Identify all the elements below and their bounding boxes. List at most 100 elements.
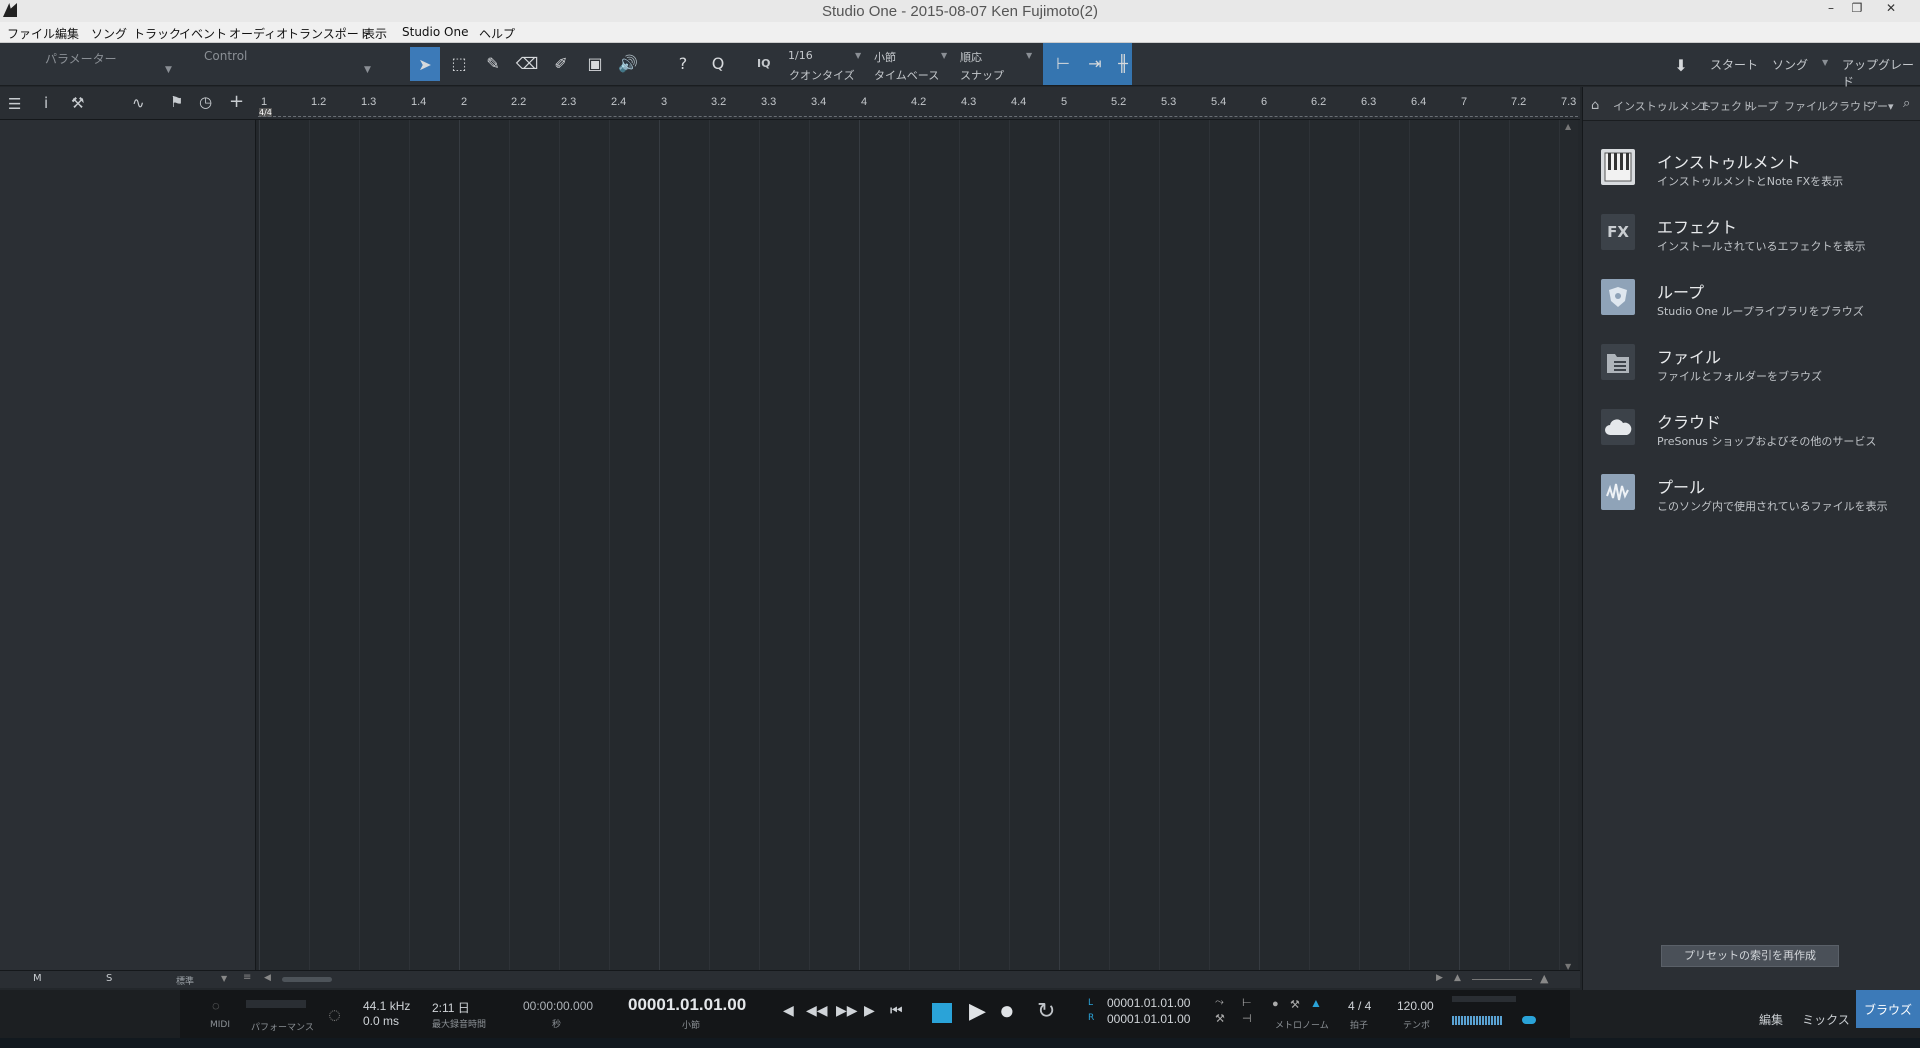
volume-meter[interactable] [1452, 1016, 1502, 1025]
minimize-button[interactable]: – [1820, 1, 1842, 15]
iq-button[interactable]: IQ [757, 57, 770, 70]
upgrade-button[interactable]: アップグレード [1842, 56, 1920, 90]
click-settings-icon[interactable]: ⚒ [1290, 998, 1300, 1011]
quantize-q-icon[interactable]: Q [705, 50, 731, 76]
split-icon[interactable]: ╫ [1110, 50, 1136, 76]
return-to-zero-icon[interactable]: ◀ [783, 1002, 794, 1019]
chevron-down-icon[interactable]: ▼ [221, 974, 227, 983]
browser-item-loops[interactable]: ループ Studio One ループライブラリをブラウズ [1601, 279, 1901, 331]
search-icon[interactable]: ⌕ [1903, 96, 1910, 111]
punch-range-icon[interactable]: ⊣ [1242, 1012, 1252, 1025]
chevron-down-icon[interactable]: ▼ [364, 65, 371, 75]
click-on-icon[interactable]: ● [1272, 998, 1279, 1010]
wrench-icon[interactable]: ⚒ [71, 94, 84, 112]
arrow-tool-icon[interactable]: ➤ [410, 47, 440, 81]
scroll-up-icon[interactable]: ▲ [1565, 122, 1571, 131]
browser-item-cloud[interactable]: クラウド PreSonus ショップおよびその他のサービス [1601, 409, 1901, 461]
vertical-scrollbar[interactable]: ▲ ▼ [1562, 120, 1578, 973]
menu-track[interactable]: トラック [133, 25, 181, 42]
menu-file[interactable]: ファイル [7, 25, 55, 42]
marker-icon[interactable]: ⚑ [170, 93, 183, 111]
listen-tool-icon[interactable]: 🔊 [615, 50, 641, 76]
chevron-down-icon[interactable]: ▼ [1822, 58, 1828, 67]
mute-all-button[interactable]: M [33, 973, 42, 984]
help-icon[interactable]: ? [670, 50, 696, 76]
zoom-slider[interactable] [1472, 979, 1532, 980]
chevron-down-icon[interactable]: ▼ [941, 51, 947, 60]
chevron-down-icon[interactable]: ▼ [855, 51, 861, 60]
eraser-tool-icon[interactable]: ⌫ [514, 50, 540, 76]
menu-help[interactable]: ヘルプ [479, 25, 515, 42]
time-signature-display[interactable]: 4 / 4 [1348, 999, 1371, 1013]
quantize-select[interactable]: 1/16 [788, 49, 813, 62]
range-tool-icon[interactable]: ⬚ [446, 50, 472, 76]
menu-event[interactable]: イベント [179, 25, 227, 42]
metronome-settings-icon[interactable]: ⚒ [1215, 1012, 1225, 1025]
loop-end-display[interactable]: 00001.01.01.00 [1107, 1012, 1190, 1026]
stop-icon[interactable] [932, 1003, 952, 1023]
automation-icon[interactable]: ∿ [132, 94, 145, 112]
solo-all-button[interactable]: S [106, 973, 112, 984]
scroll-right-icon[interactable]: ▶ [1436, 973, 1443, 983]
metronome-icon[interactable]: ▲ [1310, 996, 1322, 1010]
page-browse-button[interactable]: ブラウズ [1856, 990, 1920, 1028]
menu-edit[interactable]: 編集 [55, 25, 79, 42]
info-icon[interactable]: ⅰ [44, 94, 48, 112]
position-display[interactable]: 00001.01.01.00 [628, 995, 746, 1015]
precount-icon[interactable]: ⤳ [1215, 996, 1224, 1009]
maximize-button[interactable]: ❐ [1846, 1, 1868, 15]
menu-transport[interactable]: トランスポート [287, 25, 371, 42]
zoom-out-icon[interactable]: ▲ [1454, 973, 1461, 983]
horizontal-scroll-thumb[interactable] [282, 977, 332, 982]
menu-view[interactable]: 表示 [363, 25, 387, 42]
browser-item-effects[interactable]: FX エフェクト インストールされているエフェクトを表示 [1601, 214, 1901, 266]
rewind-icon[interactable]: ◀◀ [806, 1002, 828, 1019]
volume-toggle[interactable] [1522, 1016, 1536, 1024]
snap-right-icon[interactable]: ⇥ [1082, 50, 1108, 76]
menu-song[interactable]: ソング [91, 25, 127, 42]
arrange-view[interactable] [258, 120, 1562, 973]
add-track-icon[interactable]: + [229, 91, 244, 112]
start-button[interactable]: スタート [1710, 56, 1758, 73]
tab-pool[interactable]: プー▾ [1866, 98, 1894, 114]
play-icon[interactable]: ▶ [969, 998, 986, 1024]
tempo-icon[interactable]: ◷ [199, 93, 212, 111]
mute-tool-icon[interactable]: ▣ [582, 50, 608, 76]
track-list-panel[interactable] [0, 120, 256, 985]
goto-start-icon[interactable]: ⏮ [890, 1002, 903, 1019]
seconds-display[interactable]: 00:00:00.000 [523, 999, 593, 1013]
chevron-down-icon[interactable]: ▼ [1026, 51, 1032, 60]
browser-item-files[interactable]: ファイル ファイルとフォルダーをブラウズ [1601, 344, 1901, 396]
browser-item-pool[interactable]: プール このソング内で使用されているファイルを表示 [1601, 474, 1901, 526]
loop-start-display[interactable]: 00001.01.01.00 [1107, 996, 1190, 1010]
rebuild-preset-index-button[interactable]: プリセットの索引を再作成 [1661, 945, 1839, 967]
snap-select[interactable]: 順応 [960, 49, 982, 65]
timebase-select[interactable]: 小節 [874, 49, 896, 65]
tab-files[interactable]: ファイル [1784, 98, 1828, 114]
track-height-mode[interactable]: 標準 [176, 974, 194, 987]
midi-icon[interactable]: ◌ [212, 998, 220, 1013]
pencil-tool-icon[interactable]: ✎ [480, 50, 506, 76]
page-mix-button[interactable]: ミックス [1797, 1000, 1855, 1038]
zoom-in-icon[interactable]: ▲ [1540, 972, 1548, 985]
tab-effects[interactable]: エフェクト [1698, 98, 1753, 114]
snap-left-icon[interactable]: ⊢ [1050, 50, 1076, 76]
tempo-display[interactable]: 120.00 [1397, 999, 1434, 1013]
close-button[interactable]: ✕ [1880, 1, 1902, 15]
menu-studio-one[interactable]: Studio One [402, 25, 468, 39]
forward-icon[interactable]: ▶ [864, 1002, 875, 1019]
chevron-down-icon[interactable]: ▼ [165, 65, 172, 75]
home-icon[interactable]: ⌂ [1591, 98, 1599, 113]
download-icon[interactable]: ⬇ [1668, 52, 1694, 78]
tab-loops[interactable]: ループ [1746, 98, 1778, 114]
song-button[interactable]: ソング [1772, 56, 1808, 73]
tab-instruments[interactable]: インストゥルメント [1613, 98, 1712, 114]
menu-audio[interactable]: オーディオ [229, 25, 288, 42]
loop-toggle-icon[interactable]: ↻ [1037, 998, 1055, 1024]
fast-forward-icon[interactable]: ▶▶ [836, 1002, 858, 1019]
performance-meter[interactable] [246, 1000, 306, 1008]
page-edit-button[interactable]: 編集 [1745, 1000, 1797, 1038]
scroll-left-icon[interactable]: ◀ [264, 973, 271, 983]
menu-icon[interactable]: ≡ [243, 972, 251, 983]
list-icon[interactable]: ☰ [8, 95, 21, 113]
